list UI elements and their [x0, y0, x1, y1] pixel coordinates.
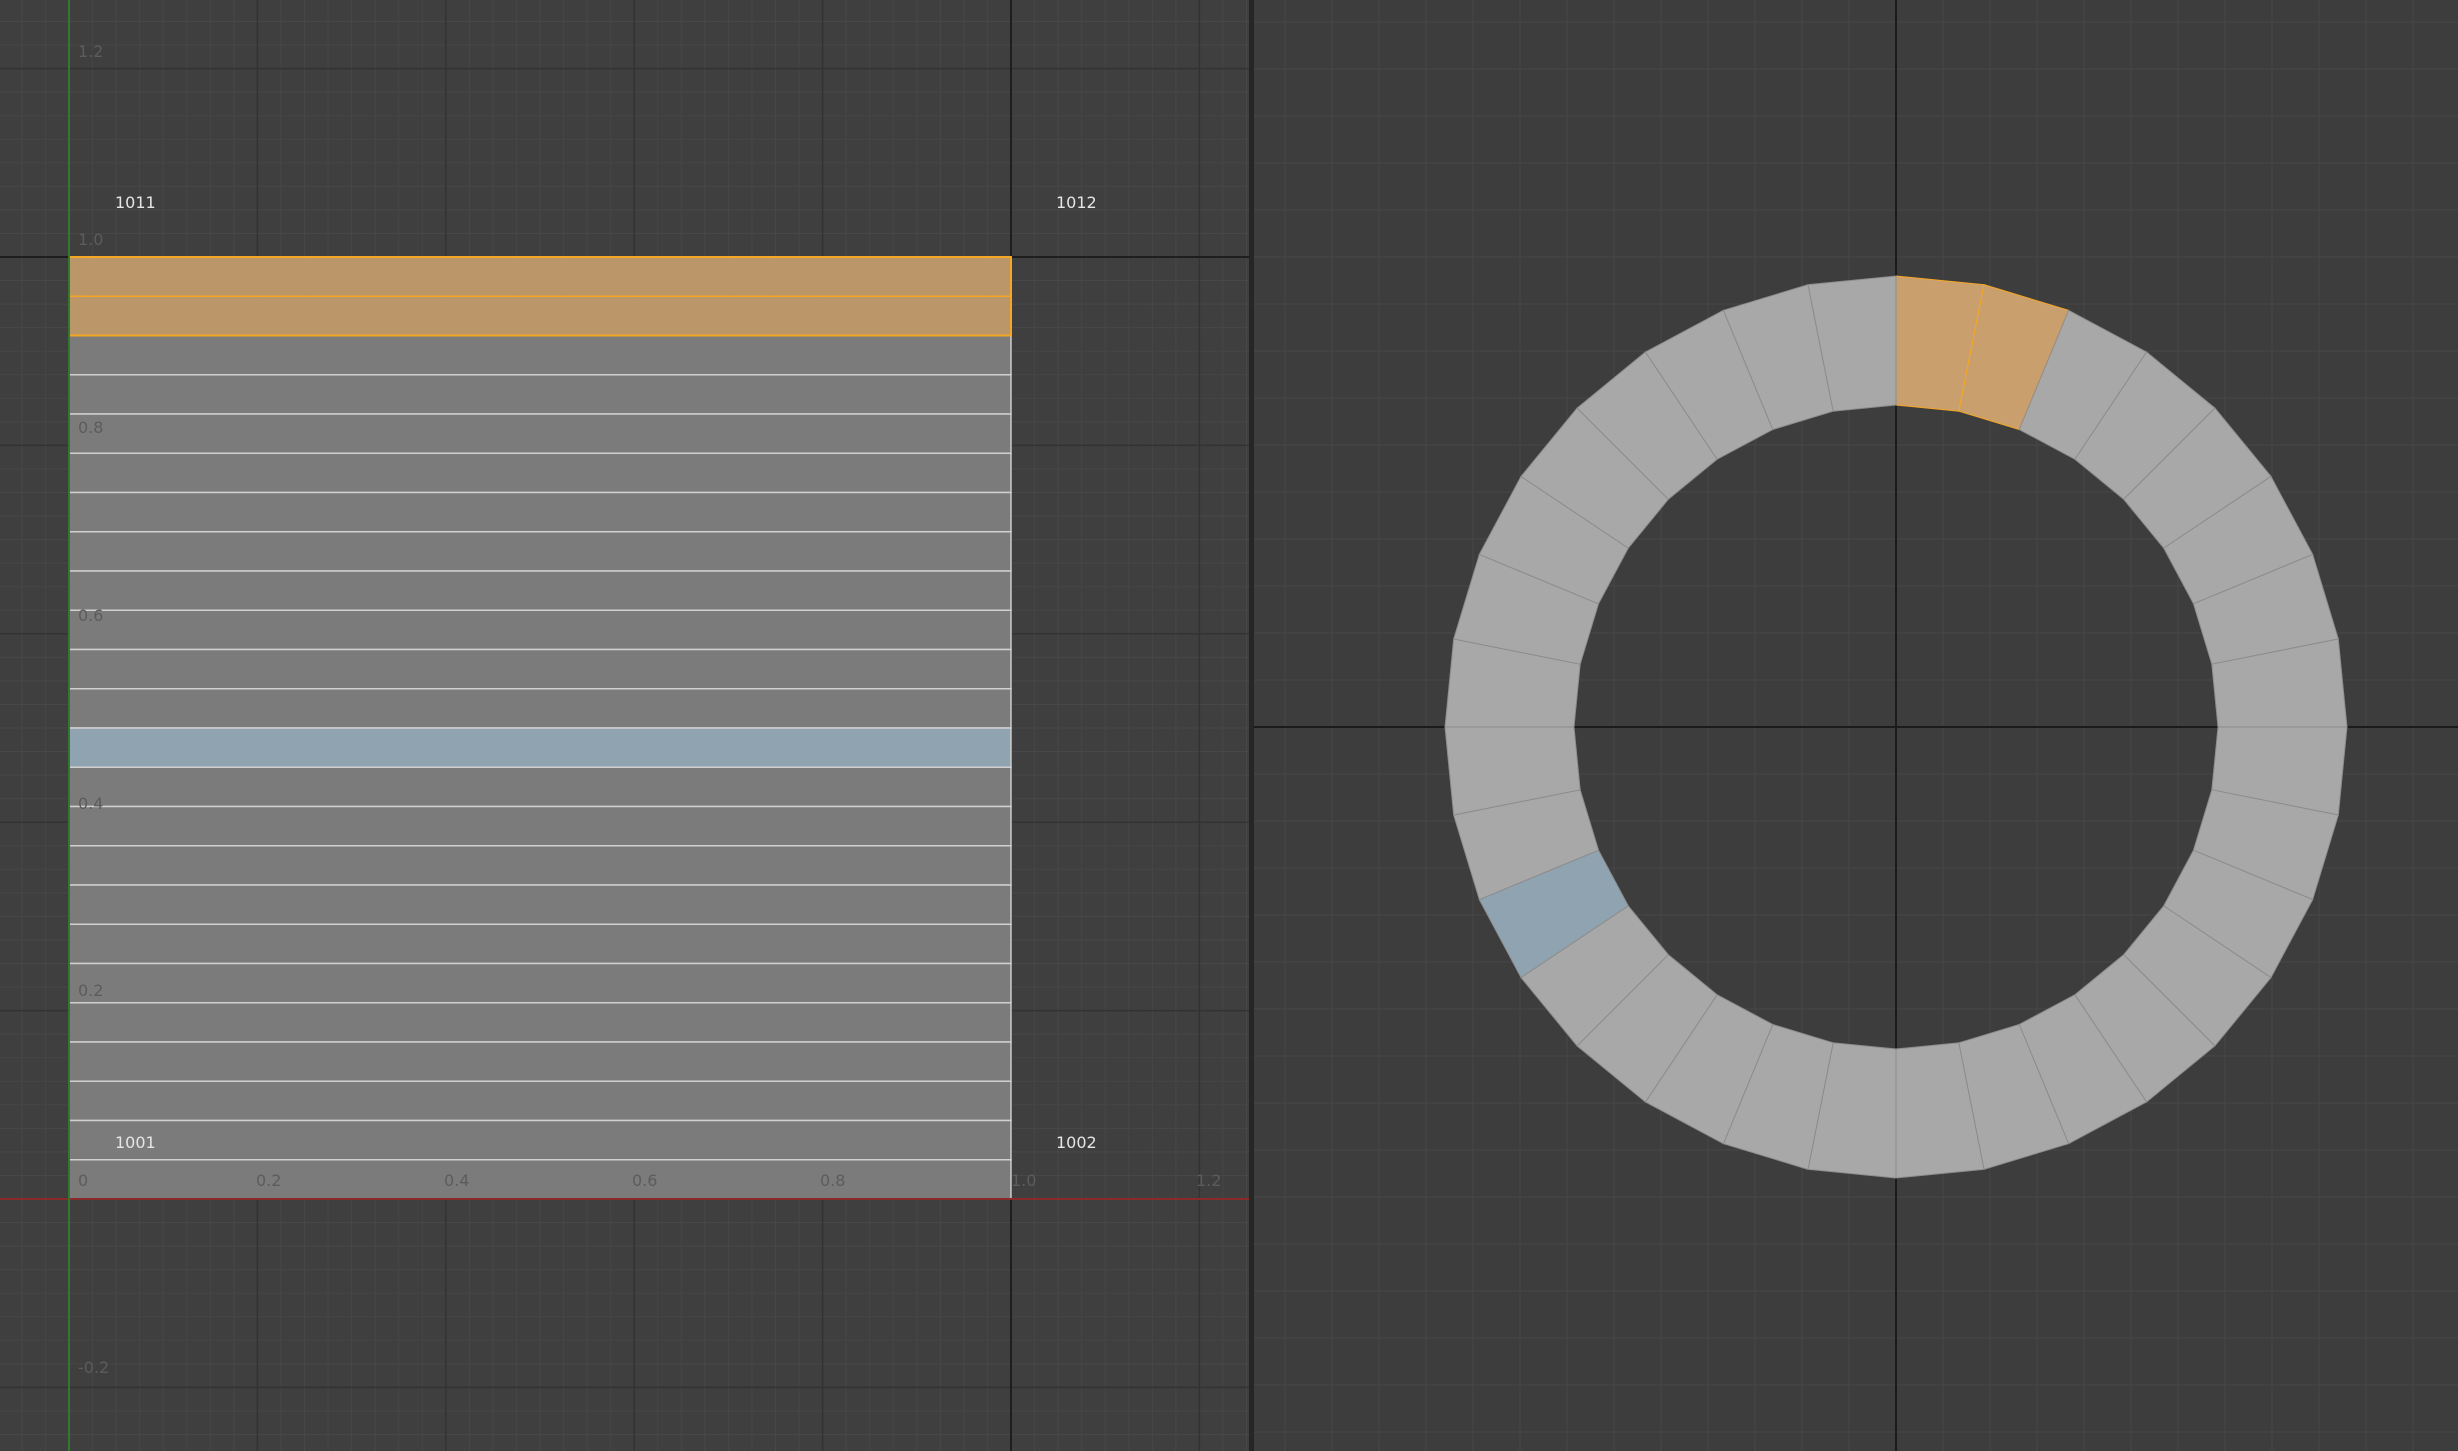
u-tick-label: 0.8: [820, 1171, 845, 1190]
v-tick-label: -0.2: [78, 1358, 109, 1377]
v-tick-label: 0.8: [78, 418, 103, 437]
v-tick-label: 0.6: [78, 606, 103, 625]
uv-face-strip[interactable]: [68, 334, 1012, 376]
uv-face-strip[interactable]: [68, 1002, 1012, 1043]
uv-face-strip[interactable]: [68, 923, 1012, 965]
uv-face-strip[interactable]: [68, 531, 1012, 572]
uv-face-strip[interactable]: [68, 1159, 1012, 1200]
v-tick-label: 0.4: [78, 794, 103, 813]
uv-face-strip[interactable]: [68, 1041, 1012, 1082]
v-tick-label: 0.2: [78, 981, 103, 1000]
uv-face-strip[interactable]: [68, 256, 1012, 297]
u-tick-label: 0.6: [632, 1171, 657, 1190]
uv-face-strip[interactable]: [68, 295, 1012, 337]
uv-face-strip[interactable]: [68, 648, 1012, 690]
uv-face-strip[interactable]: [68, 570, 1012, 611]
uv-face-strip[interactable]: [68, 491, 1012, 533]
uv-face-strip[interactable]: [68, 609, 1012, 651]
v-tick-label: 1.0: [78, 230, 103, 249]
uv-canvas[interactable]: 1011 1012 1001 1002 1.2 1.0 0.8 0.6 0.4 …: [0, 0, 1249, 1451]
u-tick-label: 1.0: [1011, 1171, 1036, 1190]
u-tick-label: 1.2: [1196, 1171, 1221, 1190]
uv-editor-panel[interactable]: 1011 1012 1001 1002 1.2 1.0 0.8 0.6 0.4 …: [0, 0, 1249, 1451]
uv-face-strip[interactable]: [68, 1080, 1012, 1122]
tile-label-1002: 1002: [1056, 1133, 1097, 1152]
tile-label-1012: 1012: [1056, 193, 1097, 212]
uv-face-strip[interactable]: [68, 962, 1012, 1004]
u-tick-label: 0: [78, 1171, 88, 1190]
tile-label-1001: 1001: [115, 1133, 156, 1152]
u-tick-label: 0.2: [256, 1171, 281, 1190]
uv-face-strip[interactable]: [68, 413, 1012, 454]
uv-face-strip[interactable]: [68, 766, 1012, 808]
v-tick-label: 1.2: [78, 42, 103, 61]
uv-face-strip[interactable]: [68, 452, 1012, 494]
uv-face-strip[interactable]: [68, 1119, 1012, 1161]
uv-face-strip[interactable]: [68, 805, 1012, 847]
uv-face-strip[interactable]: [68, 884, 1012, 925]
viewport-3d-panel[interactable]: [1254, 0, 2458, 1451]
uv-face-strip[interactable]: [68, 374, 1012, 415]
uv-island[interactable]: [68, 256, 1012, 1200]
viewport-canvas[interactable]: [1254, 0, 2458, 1451]
uv-face-strip[interactable]: [68, 727, 1012, 768]
tile-label-1011: 1011: [115, 193, 156, 212]
uv-face-strip[interactable]: [68, 845, 1012, 886]
u-tick-label: 0.4: [444, 1171, 469, 1190]
uv-face-strip[interactable]: [68, 688, 1012, 729]
blender-window: 1011 1012 1001 1002 1.2 1.0 0.8 0.6 0.4 …: [0, 0, 2458, 1451]
